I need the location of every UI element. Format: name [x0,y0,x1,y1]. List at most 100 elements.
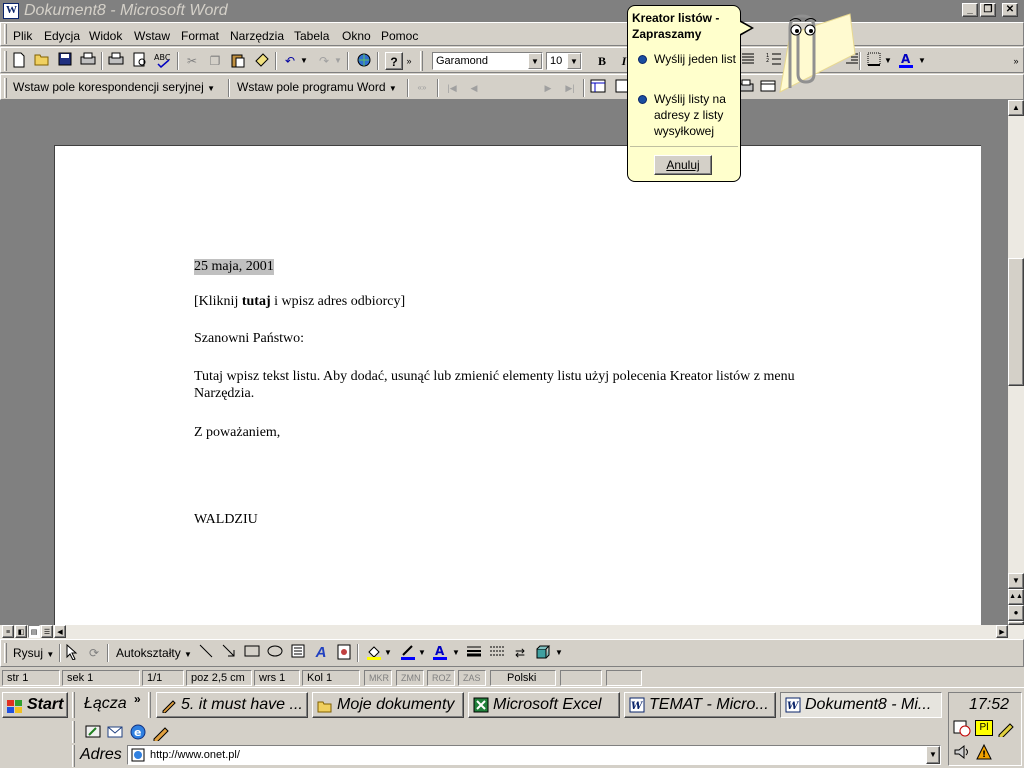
web-hyperlink-icon[interactable] [355,52,373,70]
recipient-address-placeholder[interactable]: [Kliknij tutaj i wpisz adres odbiorcy] [194,294,405,310]
scroll-down-button[interactable]: ▼ [1008,573,1024,589]
network-warning-icon[interactable]: ! [975,743,993,764]
scroll-thumb[interactable] [1008,258,1024,386]
clip-art-icon[interactable] [335,644,353,662]
option-send-mailing-list[interactable]: Wyślij listy na adresy z listy wysyłkowe… [654,91,738,139]
view-merged-data-icon[interactable]: «» [413,79,431,97]
task-button-5[interactable]: W Dokument8 - Mi... [780,692,942,718]
chevron-down-icon[interactable]: ▼ [926,746,940,764]
format-painter-icon[interactable] [253,52,271,70]
status-trk[interactable]: ZMN [396,670,424,686]
border-icon[interactable] [865,52,883,70]
task-button-2[interactable]: Moje dokumenty [312,692,464,718]
task-button-3[interactable]: Microsoft Excel [468,692,620,718]
line-tool-icon[interactable] [197,644,215,662]
option-send-one-letter[interactable]: Wyślij jeden list [654,51,738,67]
border-dropdown-icon[interactable]: ▼ [883,52,893,70]
first-record-icon[interactable]: |◀ [443,79,461,97]
more-buttons-dropdown-icon[interactable]: ▼ [554,644,564,662]
preview-magnifier-icon[interactable] [131,52,149,70]
title-bar[interactable]: Dokument8 - Microsoft Word _ ❐ ✕ [0,0,1024,22]
redo-icon[interactable]: ↷ [315,52,333,70]
menu-widok[interactable]: Widok [89,29,122,43]
previous-page-button[interactable]: ▲▲ [1008,589,1024,605]
draw-menu-button[interactable]: Rysuj ▼ [13,646,54,660]
oval-tool-icon[interactable] [266,644,284,662]
font-name-combo[interactable]: Garamond ▼ [432,52,543,70]
save-icon[interactable] [56,52,74,70]
next-record-icon[interactable]: ▶ [539,79,557,97]
wordart-icon[interactable]: A [312,644,330,662]
open-folder-icon[interactable] [33,52,51,70]
previous-record-icon[interactable]: ◀ [465,79,483,97]
office-assistant-clippy[interactable] [750,4,860,94]
line-color-dropdown-icon[interactable]: ▼ [417,644,427,662]
line-color-icon[interactable] [399,644,417,662]
scroll-right-button[interactable]: ▶ [996,625,1008,638]
menu-wstaw[interactable]: Wstaw [134,29,170,43]
outline-view-button[interactable]: ☰ [41,625,53,638]
tasks-grip[interactable] [148,692,151,718]
close-button[interactable]: ✕ [1002,3,1018,17]
status-language[interactable]: Polski [490,670,556,686]
start-button[interactable]: Start [2,692,68,718]
chevron-down-icon[interactable]: ▼ [528,53,542,69]
cancel-button[interactable]: Anuluj [654,155,712,175]
word-app-icon[interactable] [3,3,19,19]
cut-icon[interactable]: ✂ [183,52,201,70]
fill-color-dropdown-icon[interactable]: ▼ [383,644,393,662]
print-preview-icon[interactable] [107,52,125,70]
last-record-icon[interactable]: ▶| [561,79,579,97]
more-buttons-icon[interactable]: » [405,52,413,70]
paste-icon[interactable] [229,52,247,70]
arrow-tool-icon[interactable] [220,644,238,662]
drawing-font-color-icon[interactable]: A [431,644,449,662]
toolbar-grip[interactable] [4,643,7,663]
menubar-grip[interactable] [4,24,7,44]
scheduler-icon[interactable] [953,719,971,740]
task-button-4[interactable]: W TEMAT - Micro... [624,692,776,718]
font-color-dropdown-icon[interactable]: ▼ [917,52,927,70]
document-page[interactable]: 25 maja, 2001 [Kliknij tutaj i wpisz adr… [54,145,981,625]
insert-word-field-button[interactable]: Wstaw pole programu Word ▼ [237,80,397,94]
web-layout-view-button[interactable]: ◧ [15,625,27,638]
new-document-icon[interactable] [10,52,28,70]
language-indicator[interactable]: Pl [975,720,993,736]
select-objects-icon[interactable] [63,643,81,662]
drawing-font-color-dropdown-icon[interactable]: ▼ [451,644,461,662]
minimize-button[interactable]: _ [962,3,978,17]
menu-tabela[interactable]: Tabela [294,29,329,43]
menu-edycja[interactable]: Edycja [44,29,80,43]
print-icon[interactable] [79,52,97,70]
scroll-up-button[interactable]: ▲ [1008,100,1024,116]
undo-icon[interactable]: ↶ [281,52,299,70]
spellcheck-icon[interactable]: ABC [154,52,172,70]
rectangle-tool-icon[interactable] [243,644,261,662]
toolbar-grip[interactable] [4,78,7,98]
font-color-icon[interactable]: A [897,52,915,70]
copy-icon[interactable]: ❐ [206,52,224,70]
status-ovr[interactable]: ZAS [458,670,486,686]
internet-explorer-icon[interactable]: e [129,723,147,744]
show-desktop-icon[interactable] [84,723,102,744]
address-grip[interactable] [72,745,75,767]
menu-plik[interactable]: Plik [13,29,32,43]
line-style-icon[interactable] [465,644,483,662]
toolbar-grip[interactable] [4,51,7,71]
redo-dropdown-icon[interactable]: ▼ [333,52,343,70]
more-buttons-icon[interactable]: » [1011,52,1021,70]
toolbar-grip[interactable] [420,51,423,71]
volume-icon[interactable] [953,743,971,764]
scroll-left-button[interactable]: ◀ [54,625,66,638]
menu-format[interactable]: Format [181,29,219,43]
menu-narzedzia[interactable]: Narzędzia [230,29,284,43]
horizontal-scrollbar[interactable]: ≡ ◧ ▤ ☰ ◀ ▶ [0,625,1024,639]
free-rotate-icon[interactable]: ⟳ [85,644,103,662]
vertical-scrollbar[interactable]: ▲ ▼ ▲▲ ● [1008,100,1024,625]
menu-okno[interactable]: Okno [342,29,371,43]
date-field[interactable]: 25 maja, 2001 [194,259,274,275]
text-box-icon[interactable] [289,644,307,662]
restore-button[interactable]: ❐ [980,3,996,17]
print-layout-view-button[interactable]: ▤ [28,625,40,638]
links-grip[interactable] [72,692,75,718]
